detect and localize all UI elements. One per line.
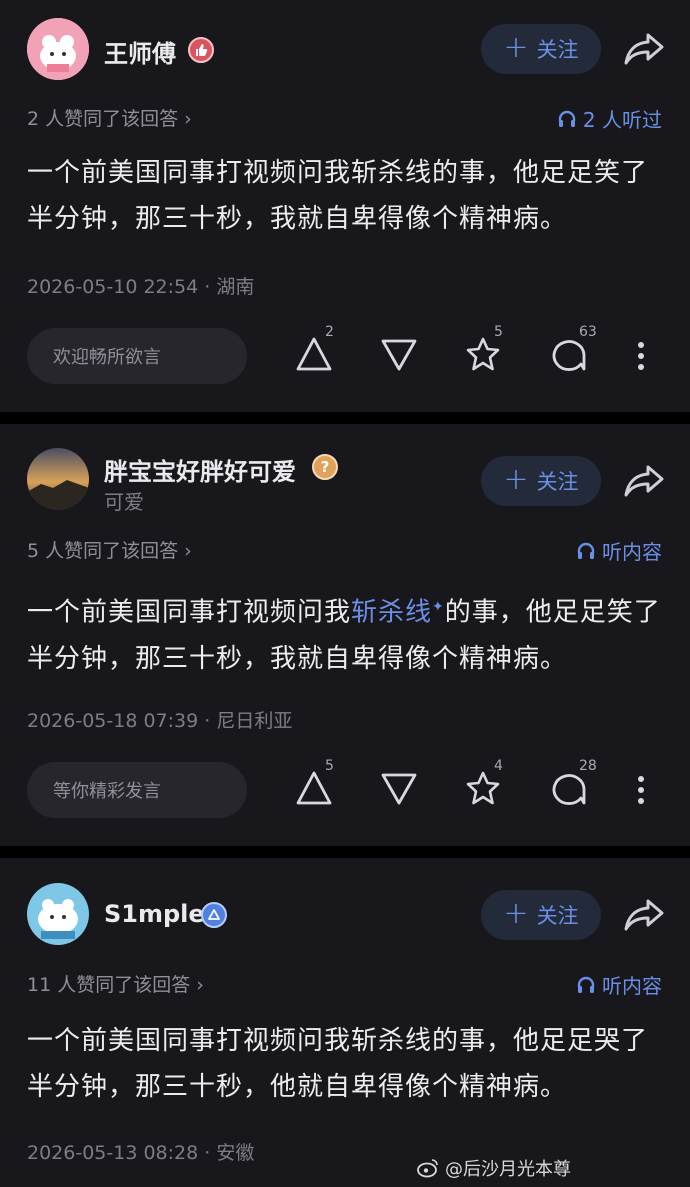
post-meta: 2026-05-18 07:39 · 尼日利亚 <box>27 710 293 732</box>
plus-icon: + <box>503 895 529 931</box>
upvote-count: 2 <box>325 324 334 340</box>
comment-icon <box>552 774 586 805</box>
listen-link[interactable]: 听内容 <box>576 970 662 999</box>
plus-icon: + <box>503 461 529 497</box>
watermark-text: @后沙月光本尊 <box>445 1159 571 1180</box>
comment-button[interactable]: 63 <box>549 324 599 380</box>
follow-button[interactable]: + 关注 <box>481 890 601 940</box>
search-keyword-link[interactable]: 斩杀线 <box>351 598 432 628</box>
agree-count-link[interactable]: 2 人赞同了该回答 › <box>27 104 192 131</box>
username[interactable]: 胖宝宝好胖好可爱 <box>104 452 296 487</box>
thumbs-badge-icon <box>188 37 214 63</box>
avatar[interactable] <box>27 18 89 80</box>
verified-badge-icon <box>201 902 227 928</box>
comment-placeholder: 欢迎畅所欲言 <box>53 347 161 368</box>
upvote-icon <box>296 337 332 371</box>
listen-link[interactable]: 2 人听过 <box>557 104 662 133</box>
share-arrow-icon[interactable] <box>622 897 666 933</box>
share-arrow-icon[interactable] <box>622 31 666 67</box>
downvote-icon <box>381 773 417 805</box>
answer-content: 一个前美国同事打视频问我斩杀线✦的事，他足足笑了半分钟，那三十秒，我就自卑得像个… <box>27 584 667 682</box>
headphones-icon <box>577 976 595 993</box>
question-badge-icon: ? <box>312 454 338 480</box>
answer-content: 一个前美国同事打视频问我斩杀线的事，他足足哭了半分钟，那三十秒，他就自卑得像个精… <box>27 1026 649 1102</box>
watermark: @后沙月光本尊 <box>417 1155 571 1181</box>
headphones-icon <box>577 542 595 559</box>
follow-label: 关注 <box>536 470 579 494</box>
answer-card-3: S1mple + 关注 11 人赞同了该回答 › 听内容 一个前美国同事打视频问… <box>0 858 690 1187</box>
agree-count-link[interactable]: 11 人赞同了该回答 › <box>27 970 204 997</box>
answer-card-2: 胖宝宝好胖好可爱 ? 可爱 + 关注 5 人赞同了该回答 › 听内容 一个前美国… <box>0 424 690 846</box>
downvote-icon <box>381 339 417 371</box>
listen-text: 听内容 <box>602 974 662 998</box>
comment-count: 28 <box>579 758 597 774</box>
comment-count: 63 <box>579 324 597 340</box>
listen-text: 听内容 <box>602 540 662 564</box>
answer-card-1: 王师傅 + 关注 2 人赞同了该回答 › 2 人听过 一个前美国同事打视频问我斩… <box>0 0 690 412</box>
upvote-button[interactable]: 5 <box>295 758 345 814</box>
content-part: 一个前美国同事打视频问我 <box>27 597 352 628</box>
favorite-count: 5 <box>494 324 503 340</box>
follow-button[interactable]: + 关注 <box>481 24 601 74</box>
star-icon <box>466 771 500 805</box>
agree-count-link[interactable]: 5 人赞同了该回答 › <box>27 536 192 563</box>
follow-label: 关注 <box>536 38 579 62</box>
upvote-button[interactable]: 2 <box>295 324 345 380</box>
downvote-button[interactable] <box>380 764 430 814</box>
more-icon[interactable] <box>636 340 646 376</box>
comment-placeholder: 等你精彩发言 <box>53 781 161 802</box>
follow-label: 关注 <box>536 904 579 928</box>
plus-icon: + <box>503 29 529 65</box>
sparkle-icon: ✦ <box>432 599 445 615</box>
avatar[interactable] <box>27 448 89 510</box>
headphones-icon <box>558 110 576 127</box>
listen-link[interactable]: 听内容 <box>576 536 662 565</box>
comment-button[interactable]: 28 <box>549 758 599 814</box>
username[interactable]: S1mple <box>104 900 205 928</box>
post-meta: 2026-05-13 08:28 · 安徽 <box>27 1142 255 1164</box>
comment-icon <box>552 340 586 371</box>
post-meta: 2026-05-10 22:54 · 湖南 <box>27 276 255 298</box>
username[interactable]: 王师傅 <box>104 34 176 69</box>
answer-content: 一个前美国同事打视频问我斩杀线的事，他足足笑了半分钟，那三十秒，我就自卑得像个精… <box>27 158 649 234</box>
upvote-icon <box>296 771 332 805</box>
comment-input[interactable]: 等你精彩发言 <box>27 762 247 818</box>
user-signature: 可爱 <box>104 490 144 514</box>
favorite-button[interactable]: 5 <box>464 324 514 380</box>
follow-button[interactable]: + 关注 <box>481 456 601 506</box>
share-arrow-icon[interactable] <box>622 463 666 499</box>
downvote-button[interactable] <box>380 330 430 380</box>
listen-text: 2 人听过 <box>582 108 662 132</box>
favorite-count: 4 <box>494 758 503 774</box>
upvote-count: 5 <box>325 758 334 774</box>
more-icon[interactable] <box>636 774 646 810</box>
favorite-button[interactable]: 4 <box>464 758 514 814</box>
comment-input[interactable]: 欢迎畅所欲言 <box>27 328 247 384</box>
star-icon <box>466 337 500 371</box>
weibo-logo-icon <box>417 1159 438 1178</box>
avatar[interactable] <box>27 883 89 945</box>
